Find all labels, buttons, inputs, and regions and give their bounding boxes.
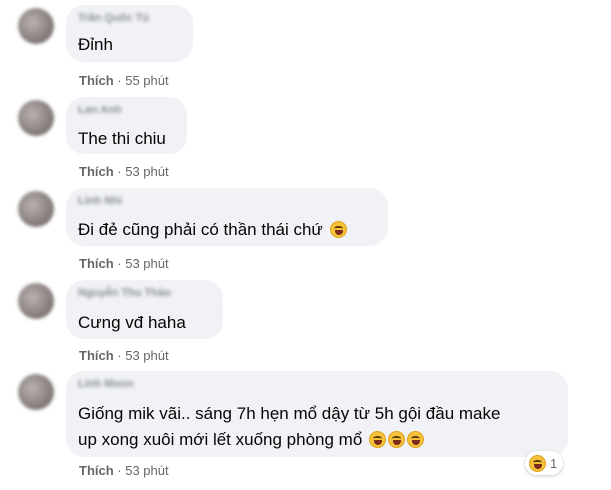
separator: ·	[113, 73, 126, 88]
separator: ·	[113, 164, 126, 179]
rolling-laughing-icon	[388, 431, 406, 448]
avatar[interactable]	[18, 374, 54, 410]
comment-text-line-2: up xong xuôi mới lết xuống phòng mổ	[78, 428, 425, 452]
laughing-tears-icon	[329, 221, 347, 238]
comment-meta: Thích · 53 phút	[79, 348, 169, 363]
comment-time[interactable]: 53 phút	[125, 164, 168, 179]
comment-text-content: Đi đẻ cũng phải có thần thái chứ	[78, 220, 323, 239]
comment-meta: Thích · 53 phút	[79, 463, 169, 478]
comment-bubble: Trần Quốc Tú Đỉnh	[66, 5, 193, 62]
avatar[interactable]	[18, 100, 54, 136]
comment-author[interactable]: Nguyễn Thu Thảo	[78, 287, 171, 299]
like-button[interactable]: Thích	[79, 164, 114, 179]
comment-time[interactable]: 53 phút	[125, 348, 168, 363]
like-button[interactable]: Thích	[79, 73, 114, 88]
comment-text: Đỉnh	[78, 35, 113, 54]
comment-text: Cưng vđ haha	[78, 313, 186, 332]
reaction-count: 1	[550, 455, 558, 471]
separator: ·	[113, 256, 126, 271]
comment-bubble: Linh Nhi Đi đẻ cũng phải có thần thái ch…	[66, 188, 388, 246]
comment-author[interactable]: Linh Nhi	[78, 195, 122, 207]
comment-meta: Thích · 53 phút	[79, 164, 169, 179]
comment-time[interactable]: 55 phút	[125, 73, 168, 88]
comment-author[interactable]: Lan Anh	[78, 104, 122, 116]
rolling-laughing-icon	[407, 431, 425, 448]
comment-time[interactable]: 53 phút	[125, 256, 168, 271]
like-button[interactable]: Thích	[79, 348, 114, 363]
comment-author[interactable]: Linh Moon	[78, 378, 134, 390]
like-button[interactable]: Thích	[79, 463, 114, 478]
comment-bubble: Lan Anh The thi chiu	[66, 97, 187, 154]
separator: ·	[113, 348, 126, 363]
comment-time[interactable]: 53 phút	[125, 463, 168, 478]
comment-author[interactable]: Trần Quốc Tú	[78, 12, 149, 24]
comment-text-content: up xong xuôi mới lết xuống phòng mổ	[78, 430, 363, 449]
avatar[interactable]	[18, 191, 54, 227]
laughing-tears-icon	[529, 454, 546, 472]
comment-bubble: Nguyễn Thu Thảo Cưng vđ haha	[66, 280, 223, 339]
comment-text: Đi đẻ cũng phải có thần thái chứ	[78, 218, 347, 242]
avatar[interactable]	[18, 283, 54, 319]
like-button[interactable]: Thích	[79, 256, 114, 271]
comment-meta: Thích · 55 phút	[79, 73, 169, 88]
reaction-summary[interactable]: 1	[525, 451, 564, 475]
separator: ·	[113, 463, 126, 478]
comment-text: The thi chiu	[78, 129, 166, 148]
comment-text-line-1: Giống mik vãi.. sáng 7h hẹn mổ dậy từ 5h…	[78, 404, 501, 423]
rolling-laughing-icon	[369, 431, 387, 448]
comment-meta: Thích · 53 phút	[79, 256, 169, 271]
comment-bubble: Linh Moon Giống mik vãi.. sáng 7h hẹn mổ…	[66, 371, 568, 457]
avatar[interactable]	[18, 8, 54, 44]
